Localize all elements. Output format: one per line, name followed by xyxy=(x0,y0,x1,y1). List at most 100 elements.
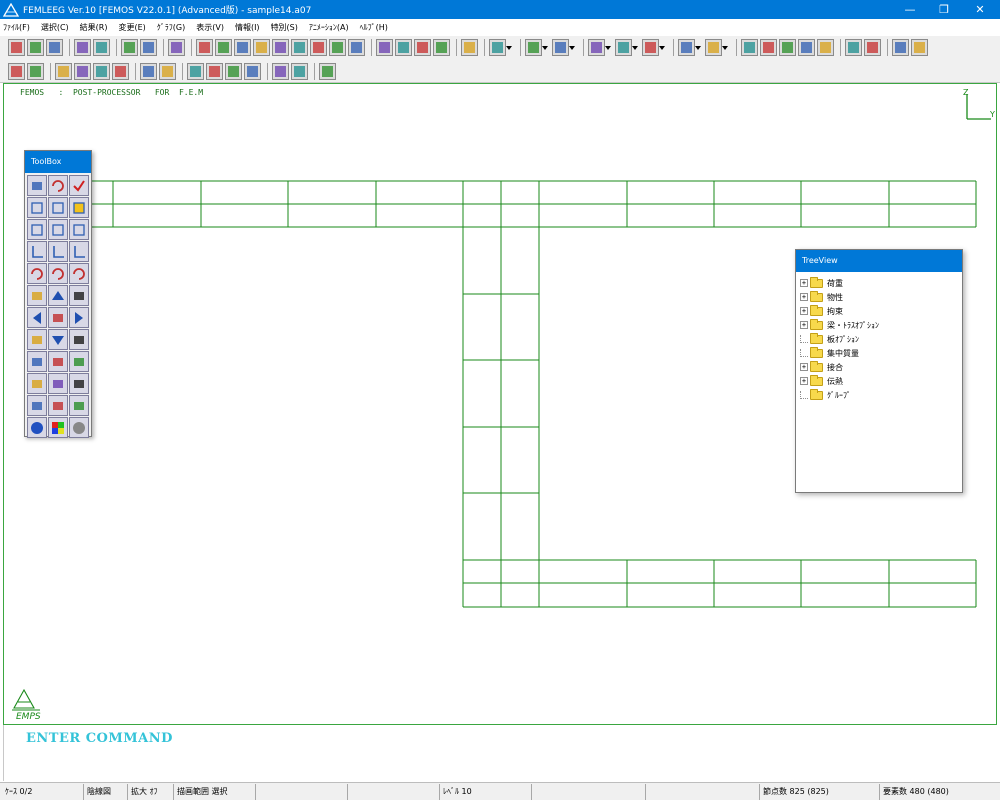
tree-item[interactable]: + 接合 xyxy=(800,360,879,374)
secondary-toolbar-button-6[interactable] xyxy=(112,63,129,80)
minimize-button[interactable]: — xyxy=(894,0,926,19)
main-toolbar-button-14[interactable] xyxy=(291,39,308,56)
main-toolbar-button-4[interactable] xyxy=(74,39,91,56)
secondary-toolbar-button-13[interactable] xyxy=(272,63,289,80)
expand-toggle-icon[interactable]: + xyxy=(800,279,808,287)
main-toolbar-button-6[interactable] xyxy=(121,39,138,56)
zoom-pm-tool-icon[interactable] xyxy=(69,285,89,306)
menu-help[interactable]: ﾍﾙﾌﾟ(H) xyxy=(360,22,388,33)
expand-toggle-icon[interactable]: + xyxy=(800,307,808,315)
main-toolbar-button-15[interactable] xyxy=(310,39,327,56)
main-toolbar-button-20[interactable] xyxy=(414,39,431,56)
redraw-tool-icon[interactable] xyxy=(27,417,47,438)
main-toolbar-button-34[interactable] xyxy=(798,39,815,56)
main-toolbar-button-5[interactable] xyxy=(93,39,110,56)
print-tool-icon[interactable] xyxy=(69,373,89,394)
menu-change[interactable]: 変更(E) xyxy=(118,22,145,33)
main-toolbar-button-21[interactable] xyxy=(433,39,450,56)
tree-item[interactable]: + 拘束 xyxy=(800,304,879,318)
main-toolbar-button-37[interactable] xyxy=(864,39,881,56)
dropdown-arrow-icon[interactable] xyxy=(722,46,728,50)
rotate-x-tool-icon[interactable] xyxy=(27,263,47,284)
zoom-window-tool-icon[interactable] xyxy=(69,351,89,372)
brush-tool-icon[interactable] xyxy=(69,395,89,416)
command-area[interactable]: ENTER COMMAND xyxy=(3,725,997,781)
tree-item[interactable]: + 荷重 xyxy=(800,276,879,290)
undo-view-tool-icon[interactable] xyxy=(69,329,89,350)
move-right-tool-icon[interactable] xyxy=(69,307,89,328)
dropdown-arrow-icon[interactable] xyxy=(569,46,575,50)
axis-xy-tool-icon[interactable] xyxy=(27,241,47,262)
main-toolbar-button-38[interactable] xyxy=(892,39,909,56)
view-iso-tool-icon[interactable] xyxy=(48,219,68,240)
expand-toggle-icon[interactable]: + xyxy=(800,321,808,329)
mirror-tool-icon[interactable] xyxy=(27,175,47,196)
menu-animation[interactable]: ｱﾆﾒｰｼｮﾝ(A) xyxy=(309,22,349,33)
menu-result[interactable]: 結果(R) xyxy=(80,22,108,33)
axis-zy-tool-icon[interactable] xyxy=(69,241,89,262)
main-toolbar-button-27[interactable] xyxy=(615,39,638,56)
tree-item[interactable]: + 伝熱 xyxy=(800,374,879,388)
main-toolbar-button-13[interactable] xyxy=(272,39,289,56)
main-toolbar-button-12[interactable] xyxy=(253,39,270,56)
secondary-toolbar-button-12[interactable] xyxy=(244,63,261,80)
view-front-tool-icon[interactable] xyxy=(27,197,47,218)
main-toolbar-button-25[interactable] xyxy=(552,39,575,56)
refresh-tool-icon[interactable] xyxy=(69,417,89,438)
probe-tool-icon[interactable] xyxy=(27,395,47,416)
view-back-tool-icon[interactable] xyxy=(48,197,68,218)
main-toolbar-button-32[interactable] xyxy=(760,39,777,56)
list-tool-icon[interactable] xyxy=(27,373,47,394)
main-toolbar-button-1[interactable] xyxy=(8,39,25,56)
main-toolbar-button-16[interactable] xyxy=(329,39,346,56)
menu-info[interactable]: 情報(I) xyxy=(235,22,260,33)
axis-zx-tool-icon[interactable] xyxy=(48,241,68,262)
secondary-toolbar-button-9[interactable] xyxy=(187,63,204,80)
color-map-tool-icon[interactable] xyxy=(48,417,68,438)
secondary-toolbar-button-3[interactable] xyxy=(55,63,72,80)
main-toolbar-button-30[interactable] xyxy=(705,39,728,56)
main-toolbar-button-29[interactable] xyxy=(678,39,701,56)
hatch-tool-icon[interactable] xyxy=(48,395,68,416)
expand-toggle-icon[interactable]: + xyxy=(800,293,808,301)
secondary-toolbar-button-15[interactable] xyxy=(319,63,336,80)
main-toolbar-button-39[interactable] xyxy=(911,39,928,56)
main-toolbar-button-18[interactable] xyxy=(376,39,393,56)
tree-item[interactable]: ｸﾞﾙｰﾌﾟ xyxy=(800,388,879,402)
toolbox-title[interactable]: ToolBox xyxy=(25,151,91,173)
node-pick-tool-icon[interactable] xyxy=(48,351,68,372)
main-toolbar-button-10[interactable] xyxy=(215,39,232,56)
secondary-toolbar-button-5[interactable] xyxy=(93,63,110,80)
view-side-tool-icon[interactable] xyxy=(27,219,47,240)
tree-item[interactable]: 集中質量 xyxy=(800,346,879,360)
secondary-toolbar-button-14[interactable] xyxy=(291,63,308,80)
main-toolbar-button-9[interactable] xyxy=(196,39,213,56)
view-top-tool-icon[interactable] xyxy=(69,197,89,218)
main-toolbar-button-22[interactable] xyxy=(461,39,478,56)
play-tool-icon[interactable] xyxy=(48,373,68,394)
main-toolbar-button-2[interactable] xyxy=(27,39,44,56)
view-fit-tool-icon[interactable] xyxy=(69,219,89,240)
secondary-toolbar-button-1[interactable] xyxy=(8,63,25,80)
tree-item[interactable]: + 物性 xyxy=(800,290,879,304)
main-toolbar-button-17[interactable] xyxy=(348,39,365,56)
move-left-tool-icon[interactable] xyxy=(27,307,47,328)
main-toolbar-button-11[interactable] xyxy=(234,39,251,56)
treeview-title[interactable]: TreeView xyxy=(796,250,962,272)
move-up-tool-icon[interactable] xyxy=(48,285,68,306)
dropdown-arrow-icon[interactable] xyxy=(506,46,512,50)
main-toolbar-button-3[interactable] xyxy=(46,39,63,56)
main-toolbar-button-33[interactable] xyxy=(779,39,796,56)
tree-item[interactable]: + 梁・ﾄﾗｽｵﾌﾟｼｮﾝ xyxy=(800,318,879,332)
main-toolbar-button-31[interactable] xyxy=(741,39,758,56)
close-button[interactable]: ✕ xyxy=(964,0,996,19)
menu-graph[interactable]: ｸﾞﾗﾌ(G) xyxy=(157,22,185,33)
main-toolbar-button-26[interactable] xyxy=(588,39,611,56)
main-toolbar-button-36[interactable] xyxy=(845,39,862,56)
move-down-tool-icon[interactable] xyxy=(48,329,68,350)
secondary-toolbar-button-11[interactable] xyxy=(225,63,242,80)
secondary-toolbar-button-2[interactable] xyxy=(27,63,44,80)
secondary-toolbar-button-4[interactable] xyxy=(74,63,91,80)
dropdown-arrow-icon[interactable] xyxy=(605,46,611,50)
rotate-tool-icon[interactable] xyxy=(48,175,68,196)
